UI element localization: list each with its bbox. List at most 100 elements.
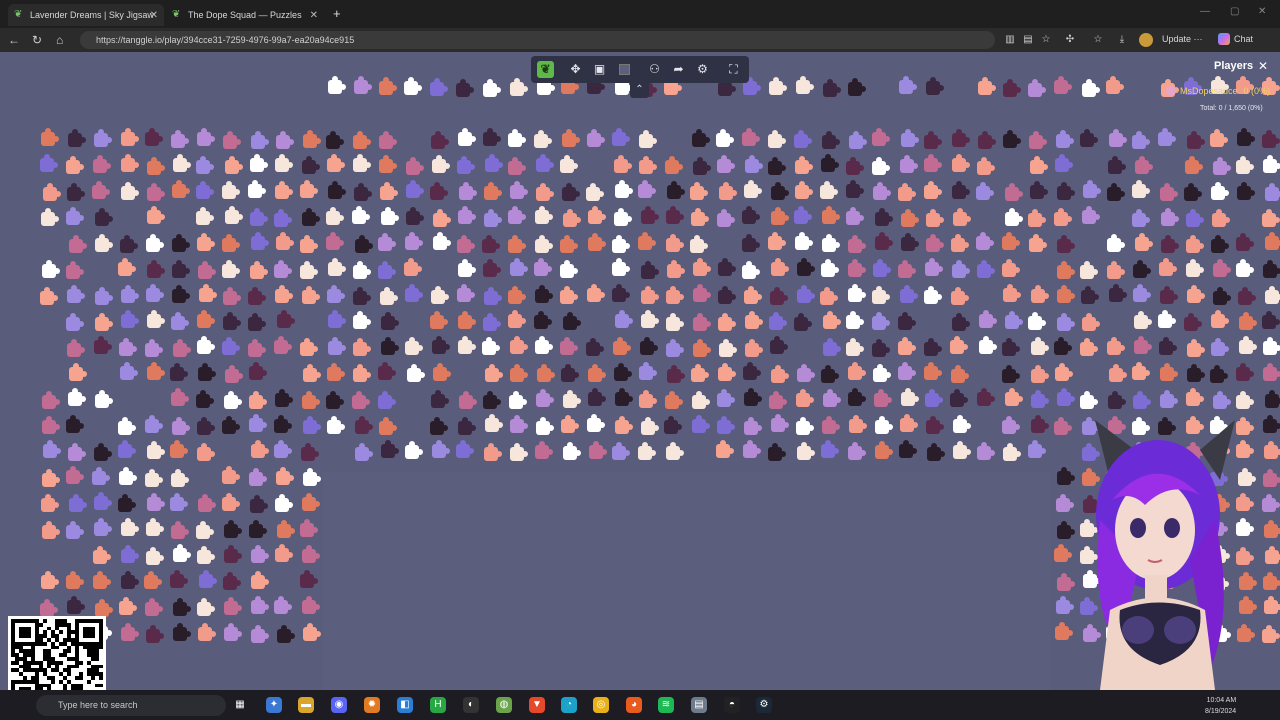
puzzle-piece[interactable] xyxy=(977,442,995,460)
puzzle-piece[interactable] xyxy=(1211,338,1229,356)
puzzle-piece[interactable] xyxy=(822,234,840,252)
puzzle-piece[interactable] xyxy=(1054,208,1072,226)
puzzle-piece[interactable] xyxy=(95,287,113,305)
reader-icon[interactable]: ▤ xyxy=(1022,34,1034,46)
puzzle-piece[interactable] xyxy=(821,440,839,458)
puzzle-piece[interactable] xyxy=(146,547,164,565)
puzzle-piece[interactable] xyxy=(67,339,85,357)
puzzle-piece[interactable] xyxy=(1107,261,1125,279)
puzzle-piece[interactable] xyxy=(950,389,968,407)
puzzle-piece[interactable] xyxy=(742,234,760,252)
puzzle-piece[interactable] xyxy=(147,493,165,511)
puzzle-piece[interactable] xyxy=(302,391,320,409)
puzzle-piece[interactable] xyxy=(223,312,241,330)
puzzle-piece[interactable] xyxy=(664,77,682,95)
puzzle-piece[interactable] xyxy=(275,544,293,562)
puzzle-piece[interactable] xyxy=(719,339,737,357)
puzzle-piece[interactable] xyxy=(197,310,215,328)
puzzle-piece[interactable] xyxy=(197,443,215,461)
puzzle-piece[interactable] xyxy=(899,440,917,458)
puzzle-piece[interactable] xyxy=(1029,131,1047,149)
puzzle-piece[interactable] xyxy=(406,157,424,175)
puzzle-piece[interactable] xyxy=(223,287,241,305)
puzzle-piece[interactable] xyxy=(508,286,526,304)
share-icon[interactable]: ➦ xyxy=(670,61,687,78)
puzzle-piece[interactable] xyxy=(587,414,605,432)
puzzle-piece[interactable] xyxy=(433,363,451,381)
puzzle-piece[interactable] xyxy=(1030,156,1048,174)
puzzle-piece[interactable] xyxy=(484,209,502,227)
puzzle-piece[interactable] xyxy=(405,284,423,302)
puzzle-piece[interactable] xyxy=(849,415,867,433)
puzzle-piece[interactable] xyxy=(797,442,815,460)
puzzle-piece[interactable] xyxy=(690,182,708,200)
puzzle-piece[interactable] xyxy=(277,310,295,328)
puzzle-piece[interactable] xyxy=(768,130,786,148)
puzzle-piece[interactable] xyxy=(456,79,474,97)
puzzle-piece[interactable] xyxy=(976,182,994,200)
puzzle-piece[interactable] xyxy=(199,284,217,302)
puzzle-piece[interactable] xyxy=(1211,235,1229,253)
puzzle-piece[interactable] xyxy=(146,625,164,643)
puzzle-piece[interactable] xyxy=(951,365,969,383)
puzzle-piece[interactable] xyxy=(224,520,242,538)
puzzle-piece[interactable] xyxy=(300,180,318,198)
puzzle-piece[interactable] xyxy=(744,180,762,198)
puzzle-piece[interactable] xyxy=(146,284,164,302)
puzzle-piece[interactable] xyxy=(924,362,942,380)
puzzle-piece[interactable] xyxy=(1003,130,1021,148)
puzzle-piece[interactable] xyxy=(171,312,189,330)
puzzle-piece[interactable] xyxy=(794,313,812,331)
puzzle-piece[interactable] xyxy=(353,261,371,279)
puzzle-piece[interactable] xyxy=(823,338,841,356)
puzzle-piece[interactable] xyxy=(875,232,893,250)
puzzle-piece[interactable] xyxy=(1238,287,1256,305)
puzzle-piece[interactable] xyxy=(848,442,866,460)
puzzle-piece[interactable] xyxy=(534,130,552,148)
puzzle-piece[interactable] xyxy=(563,312,581,330)
puzzle-piece[interactable] xyxy=(510,181,528,199)
puzzle-piece[interactable] xyxy=(718,258,736,276)
puzzle-piece[interactable] xyxy=(536,154,554,172)
brave-icon[interactable]: ▼ xyxy=(529,697,545,713)
puzzle-piece[interactable] xyxy=(615,77,633,95)
puzzle-piece[interactable] xyxy=(381,440,399,458)
puzzle-piece[interactable] xyxy=(613,337,631,355)
puzzle-piece[interactable] xyxy=(95,390,113,408)
puzzle-piece[interactable] xyxy=(823,389,841,407)
puzzle-piece[interactable] xyxy=(224,623,242,641)
puzzle-piece[interactable] xyxy=(1028,440,1046,458)
puzzle-piece[interactable] xyxy=(1055,154,1073,172)
puzzle-piece[interactable] xyxy=(1056,130,1074,148)
puzzle-piece[interactable] xyxy=(1237,182,1255,200)
puzzle-piece[interactable] xyxy=(821,365,839,383)
puzzle-piece[interactable] xyxy=(1002,232,1020,250)
puzzle-piece[interactable] xyxy=(274,440,292,458)
puzzle-piece[interactable] xyxy=(94,518,112,536)
app-icon[interactable]: ✹ xyxy=(364,697,380,713)
puzzle-piece[interactable] xyxy=(614,363,632,381)
puzzle-piece[interactable] xyxy=(459,391,477,409)
puzzle-piece[interactable] xyxy=(222,260,240,278)
puzzle-piece[interactable] xyxy=(848,259,866,277)
puzzle-piece[interactable] xyxy=(951,234,969,252)
puzzle-piece[interactable] xyxy=(796,76,814,94)
puzzle-piece[interactable] xyxy=(745,311,763,329)
puzzle-piece[interactable] xyxy=(977,157,995,175)
puzzle-piece[interactable] xyxy=(303,468,321,486)
image-preview-icon[interactable]: ▣ xyxy=(591,61,608,78)
puzzle-piece[interactable] xyxy=(121,571,139,589)
puzzle-piece[interactable] xyxy=(249,520,267,538)
puzzle-piece[interactable] xyxy=(823,311,841,329)
puzzle-piece[interactable] xyxy=(250,495,268,513)
puzzle-piece[interactable] xyxy=(147,260,165,278)
puzzle-piece[interactable] xyxy=(328,181,346,199)
puzzle-piece[interactable] xyxy=(534,311,552,329)
puzzle-piece[interactable] xyxy=(821,154,839,172)
puzzle-piece[interactable] xyxy=(94,492,112,510)
puzzle-piece[interactable] xyxy=(588,388,606,406)
puzzle-piece[interactable] xyxy=(378,233,396,251)
puzzle-piece[interactable] xyxy=(690,235,708,253)
puzzle-piece[interactable] xyxy=(1186,209,1204,227)
puzzle-piece[interactable] xyxy=(121,128,139,146)
